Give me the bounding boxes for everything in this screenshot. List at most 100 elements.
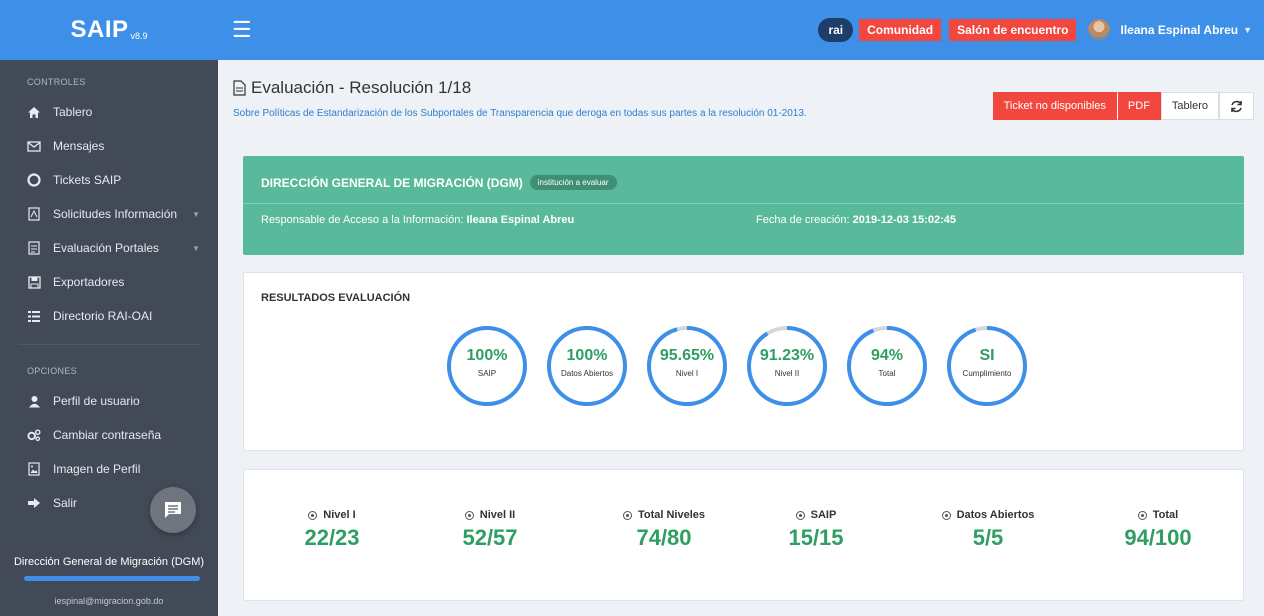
radio-dot-icon (1137, 510, 1147, 520)
result-value: SI (979, 347, 995, 364)
sidebar-item-label: Exportadores (53, 275, 125, 289)
lifebuoy-icon (27, 173, 41, 187)
radio-dot-icon (795, 510, 805, 520)
rai-badge[interactable]: rai (818, 18, 854, 42)
sidebar-item-perfil-usuario[interactable]: Perfil de usuario (0, 384, 218, 418)
sidebar-item-label: Tablero (53, 105, 93, 119)
sidebar-item-solicitudes[interactable]: Solicitudes Información ▼ (0, 197, 218, 231)
stats-card: Nivel I 22/23 Nivel II 52/57 Total Niveles 74… (243, 469, 1244, 601)
envelope-icon (27, 139, 41, 153)
progress-ring (647, 326, 727, 406)
fecha-value: 2019-12-03 15:02:45 (852, 214, 956, 226)
stat-item: Nivel I 22/23 (252, 509, 412, 551)
institution-name: DIRECCIÓN GENERAL DE MIGRACIÓN (DGM) (261, 175, 523, 190)
brand-version: v8.9 (130, 31, 148, 41)
image-icon (27, 462, 41, 476)
sidebar-item-label: Directorio RAI-OAI (53, 309, 153, 323)
document-icon (233, 80, 246, 96)
sidebar-item-imagen-perfil[interactable]: Imagen de Perfil (0, 452, 218, 486)
fecha-row: Fecha de creación: 2019-12-03 15:02:45 (756, 214, 956, 226)
sidebar-item-label: Tickets SAIP (53, 173, 122, 187)
stat-label-text: Total Niveles (637, 509, 706, 521)
section-title-opciones: OPCIONES (27, 366, 77, 376)
home-icon (27, 105, 41, 119)
result-value: 94% (870, 347, 904, 364)
ticket-button[interactable]: Ticket no disponibles (992, 92, 1117, 120)
page-subtitle: Sobre Políticas de Estandarización de lo… (233, 108, 807, 119)
result-value: 91.23% (759, 347, 815, 364)
stat-label: Nivel I (252, 509, 412, 521)
result-circle: 100% Datos Abiertos (546, 325, 628, 407)
menu-toggle-icon[interactable]: ☰ (232, 19, 252, 41)
section-title-controles: CONTROLES (27, 77, 86, 87)
avatar (1088, 19, 1111, 41)
pdf-button[interactable]: PDF (1116, 92, 1161, 120)
institution-divider (243, 203, 1244, 204)
stat-item: Total Niveles 74/80 (584, 509, 744, 551)
stat-value: 94/100 (1124, 525, 1192, 550)
brand-logo[interactable]: SAIP v8.9 (0, 0, 218, 60)
progress-ring (847, 326, 927, 406)
stat-label: Total (1078, 509, 1238, 521)
sidebar-item-label: Cambiar contraseña (53, 428, 162, 442)
sidebar-item-exportadores[interactable]: Exportadores (0, 265, 218, 299)
sidebar-item-mensajes[interactable]: Mensajes (0, 129, 218, 163)
user-name: Ileana Espinal Abreu (1120, 23, 1239, 37)
progress-ring (947, 326, 1027, 406)
fecha-label: Fecha de creación: (756, 214, 850, 226)
sidebar-item-tablero[interactable]: Tablero (0, 95, 218, 129)
user-icon (27, 394, 41, 408)
organization-progress-bar (24, 576, 200, 581)
result-value: 100% (466, 347, 508, 364)
stat-label-text: Datos Abiertos (956, 509, 1035, 521)
result-circle: SI Cumplimiento (946, 325, 1028, 407)
stat-value: 22/23 (304, 525, 360, 550)
result-value: 95.65% (659, 347, 715, 364)
chat-button[interactable] (150, 487, 196, 533)
stat-value: 52/57 (462, 525, 518, 550)
progress-ring (447, 326, 527, 406)
result-label: Total (878, 369, 896, 378)
radio-dot-icon (464, 510, 474, 520)
sidebar-item-cambiar-contrasena[interactable]: Cambiar contraseña (0, 418, 218, 452)
radio-dot-icon (622, 510, 632, 520)
sidebar-divider (18, 344, 200, 345)
result-label: Cumplimiento (962, 369, 1012, 378)
stat-item: Nivel II 52/57 (410, 509, 570, 551)
stat-label: Nivel II (410, 509, 570, 521)
sidebar-item-label: Imagen de Perfil (53, 462, 141, 476)
sidebar-item-label: Solicitudes Información (53, 207, 178, 221)
result-label: Nivel I (675, 369, 699, 378)
chevron-down-icon: ▼ (192, 209, 200, 219)
result-label: Datos Abiertos (560, 369, 614, 378)
stat-value: 15/15 (788, 525, 844, 550)
sidebar-item-label: Perfil de usuario (53, 394, 140, 408)
stat-label-text: SAIP (810, 509, 837, 521)
gears-icon (27, 428, 41, 442)
salon-encuentro-button[interactable]: Salón de encuentro (949, 19, 1077, 41)
user-menu[interactable]: Ileana Espinal Abreu ▼ (1088, 19, 1252, 41)
stat-item: SAIP 15/15 (736, 509, 896, 551)
sidebar-item-evaluacion-portales[interactable]: Evaluación Portales ▼ (0, 231, 218, 265)
tablero-button[interactable]: Tablero (1160, 92, 1219, 120)
refresh-button[interactable] (1219, 92, 1254, 120)
organization-email: iespinal@migracion.gob.do (54, 596, 164, 606)
stat-label-text: Nivel II (479, 509, 516, 521)
organization-name: Dirección General de Migración (DGM) (13, 556, 205, 568)
stat-label: Total Niveles (584, 509, 744, 521)
progress-ring (747, 326, 827, 406)
stat-label-text: Nivel I (323, 509, 356, 521)
chat-icon (165, 502, 181, 518)
sidebar-item-label: Mensajes (53, 139, 105, 153)
result-circle: 91.23% Nivel II (746, 325, 828, 407)
topbar: ☰ rai Comunidad Salón de encuentro Ilean… (218, 0, 1264, 60)
stat-item: Datos Abiertos 5/5 (908, 509, 1068, 551)
comunidad-button[interactable]: Comunidad (859, 19, 942, 41)
sidebar-item-label: Salir (53, 496, 78, 510)
sign-out-icon (27, 496, 41, 510)
sidebar-item-tickets-saip[interactable]: Tickets SAIP (0, 163, 218, 197)
header-actions: Ticket no disponibles PDF Tablero (992, 92, 1254, 120)
result-label: SAIP (477, 369, 497, 378)
save-icon (27, 275, 41, 289)
sidebar-item-directorio[interactable]: Directorio RAI-OAI (0, 299, 218, 333)
